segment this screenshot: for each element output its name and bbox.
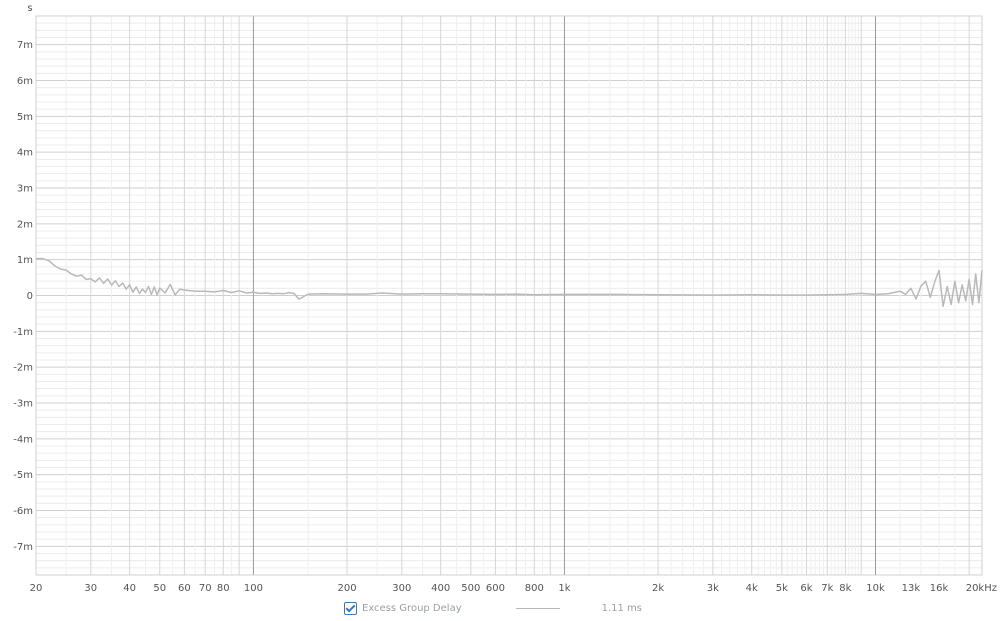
- x-tick-label: 16k: [930, 583, 949, 594]
- x-tick-label: 200: [337, 583, 356, 594]
- x-tick-label: 3k: [707, 583, 719, 594]
- series-toggle-checkbox[interactable]: [344, 601, 357, 615]
- x-tick-label: 2k: [652, 583, 664, 594]
- y-tick-label: 6m: [17, 76, 33, 87]
- y-tick-label: -7m: [13, 542, 33, 553]
- x-tick-label: 20: [30, 583, 43, 594]
- y-axis-ticks: 7m 6m 5m 4m 3m 2m 1m 0 -1m -2m -3m -4m -5m -6m -7m: [13, 40, 33, 553]
- y-tick-label: 5m: [17, 112, 33, 123]
- y-axis-unit-label: s: [27, 3, 32, 14]
- y-tick-label: -2m: [13, 363, 33, 374]
- x-tick-label: 50: [153, 583, 166, 594]
- series-line-excess-group-delay: [36, 257, 983, 308]
- legend-line-swatch: [515, 607, 560, 609]
- y-tick-label: -4m: [13, 434, 33, 445]
- x-tick-label: 8k: [839, 583, 851, 594]
- y-tick-label: 2m: [17, 219, 33, 230]
- x-tick-label: 100: [244, 583, 263, 594]
- y-tick-label: -6m: [13, 506, 33, 517]
- y-tick-label: -3m: [13, 399, 33, 410]
- group-delay-chart: 7m 6m 5m 4m 3m 2m 1m 0 -1m -2m -3m -4m -5m -6m -7m 20 3…: [13, 3, 997, 594]
- x-tick-label: 1k: [558, 583, 570, 594]
- x-tick-label: 300: [392, 583, 411, 594]
- x-tick-label: 5k: [776, 583, 788, 594]
- x-tick-label: 4k: [746, 583, 758, 594]
- y-tick-label: 4m: [17, 148, 33, 159]
- x-tick-label: 7k: [821, 583, 833, 594]
- x-tick-label: 30: [84, 583, 97, 594]
- x-tick-label: 600: [486, 583, 505, 594]
- x-tick-label: 400: [431, 583, 450, 594]
- y-tick-label: -5m: [13, 470, 33, 481]
- y-tick-label: 0: [27, 291, 33, 302]
- x-tick-label: 500: [461, 583, 480, 594]
- legend-series-value: 1.11 ms: [601, 602, 643, 614]
- x-tick-label: 70: [199, 583, 212, 594]
- x-tick-label: 6k: [800, 583, 812, 594]
- y-tick-label: 1m: [17, 255, 33, 266]
- x-tick-label: 20kHz: [966, 583, 997, 594]
- x-tick-label: 80: [217, 583, 230, 594]
- minor-grid: [35, 16, 983, 576]
- y-tick-label: 3m: [17, 184, 33, 195]
- x-tick-label: 800: [525, 583, 544, 594]
- x-tick-label: 40: [123, 583, 136, 594]
- x-axis-ticks: 20 30 40 50 60 70 80 100 200 300 400 500 600 800 1k 2k 3…: [30, 583, 997, 594]
- series-layer: [36, 257, 983, 308]
- x-tick-label: 10k: [866, 583, 885, 594]
- x-tick-label: 13k: [902, 583, 921, 594]
- x-tick-label: 60: [178, 583, 191, 594]
- y-tick-label: 7m: [17, 40, 33, 51]
- legend: Excess Group Delay 1.11 ms: [344, 599, 642, 617]
- y-tick-label: -1m: [13, 327, 33, 338]
- legend-series-label[interactable]: Excess Group Delay: [362, 603, 462, 614]
